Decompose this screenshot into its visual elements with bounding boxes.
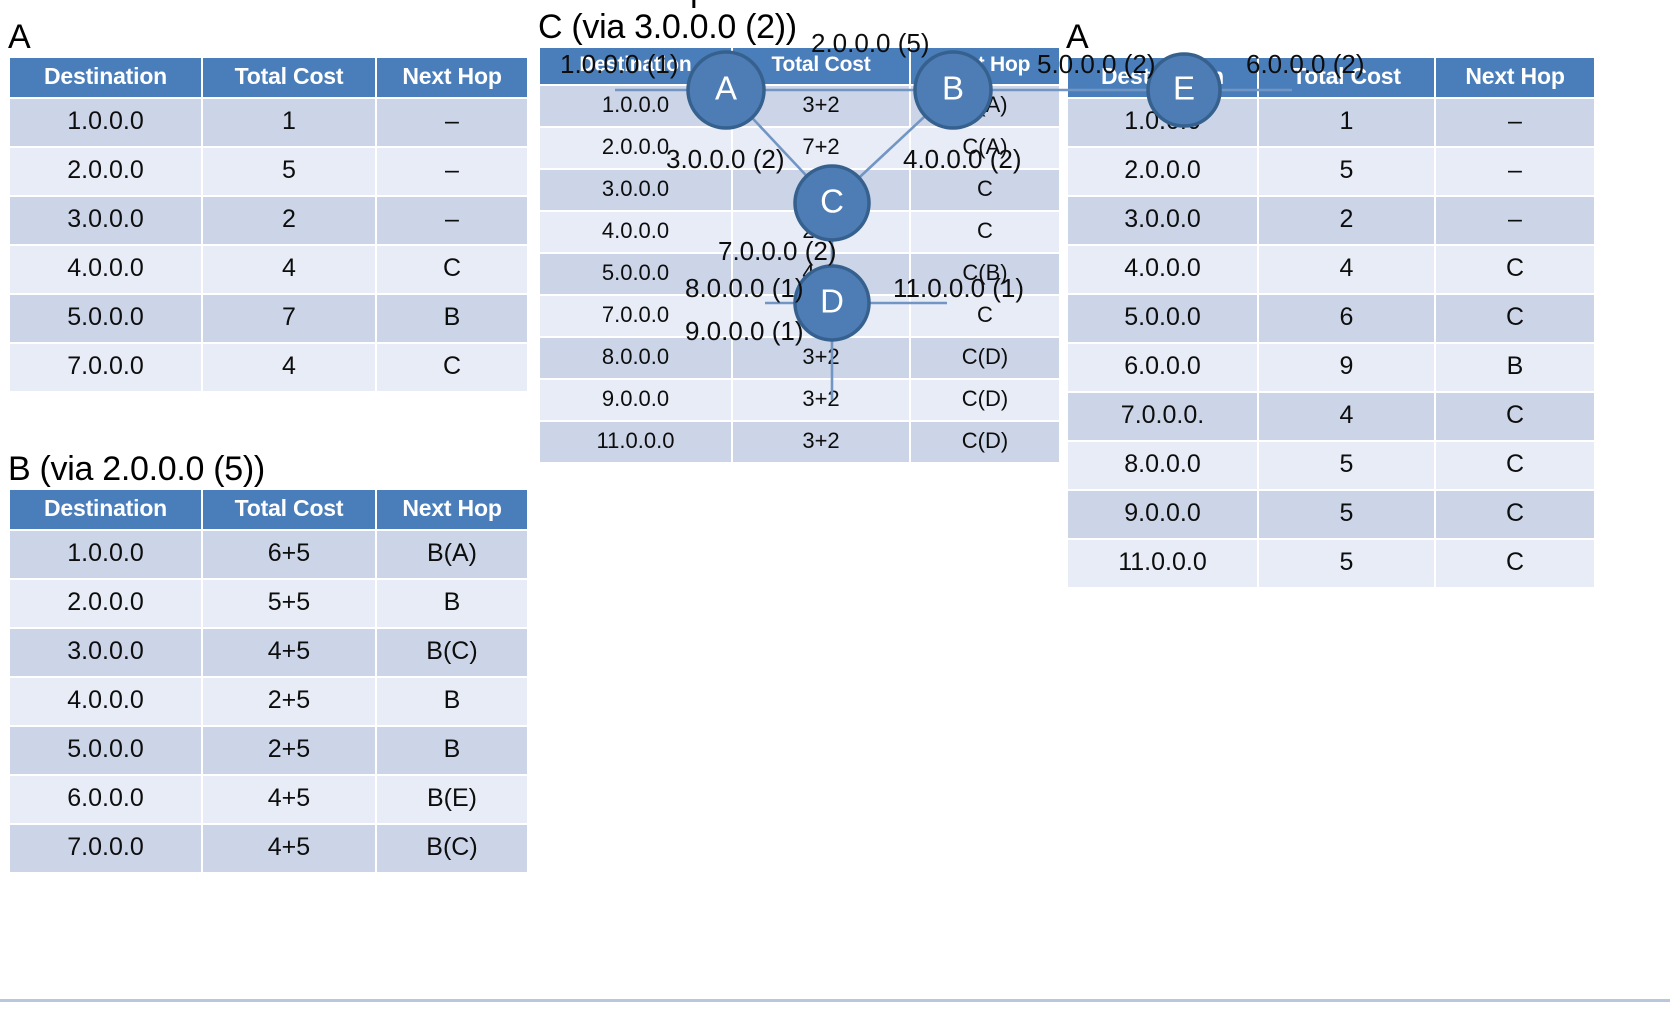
cell-destination: 11.0.0.0 [540, 422, 731, 462]
cell-destination: 9.0.0.0 [1068, 491, 1257, 538]
cell-next-hop: C [1436, 442, 1594, 489]
diagram-stub-label-3: 11.0.0.0 (1) [893, 273, 1024, 303]
diagram-stub-label-0: 1.0.0.0 (1) [560, 49, 679, 79]
table-row: 9.0.0.0 5 C [1068, 491, 1594, 538]
diagram-stub-label-1: 6.0.0.0 (2) [1246, 49, 1365, 79]
cell-next-hop: C(D) [911, 422, 1059, 462]
cell-total-cost: 6+5 [203, 531, 375, 578]
cell-next-hop: B(A) [377, 531, 527, 578]
cell-destination: 8.0.0.0 [1068, 442, 1257, 489]
cell-next-hop: C [1436, 540, 1594, 587]
table-row: 8.0.0.0 5 C [1068, 442, 1594, 489]
cell-total-cost: 5 [1259, 540, 1434, 587]
diagram-edge-label-0: 2.0.0.0 (5) [811, 28, 930, 58]
diagram-node-label-d: D [820, 283, 844, 320]
cell-next-hop: C [1436, 491, 1594, 538]
diagram-edge-label-2: 3.0.0.0 (2) [666, 144, 785, 174]
table-title-b-via: B (via 2.0.0.0 (5)) [8, 450, 265, 488]
cell-total-cost: 3+2 [733, 422, 909, 462]
diagram-edge-label-1: 5.0.0.0 (2) [1037, 49, 1156, 79]
cell-destination: 1.0.0.0 [10, 531, 201, 578]
diagram-node-label-c: C [820, 183, 844, 220]
diagram-edge-label-3: 4.0.0.0 (2) [903, 144, 1022, 174]
diagram-edge-label-4: 7.0.0.0 (2) [718, 236, 837, 266]
column-header-next-hop: Next Hop [377, 490, 527, 529]
column-header-destination: Destination [10, 490, 201, 529]
diagram-node-label-a: A [715, 70, 737, 107]
table-header-row: Destination Total Cost Next Hop [10, 490, 527, 529]
diagram-stub-label-4: 9.0.0.0 (1) [685, 316, 804, 346]
table-row: 1.0.0.0 6+5 B(A) [10, 531, 527, 578]
cell-destination: 11.0.0.0 [1068, 540, 1257, 587]
table-row: 11.0.0.0 3+2 C(D) [540, 422, 1059, 462]
diagram-node-label-b: B [942, 70, 964, 107]
table-row: 11.0.0.0 5 C [1068, 540, 1594, 587]
network-topology-diagram: A B C D E 2.0.0.0 (5) 5.0.0.0 (2) 3.0.0.0 (2) 4… [0, 28, 1670, 1010]
cell-total-cost: 5 [1259, 491, 1434, 538]
diagram-node-label-e: E [1173, 70, 1195, 107]
bottom-divider [0, 999, 1670, 1002]
diagram-stub-label-2: 8.0.0.0 (1) [685, 273, 804, 303]
diagram-links [615, 88, 1292, 400]
column-header-total-cost: Total Cost [203, 490, 375, 529]
cell-total-cost: 5 [1259, 442, 1434, 489]
